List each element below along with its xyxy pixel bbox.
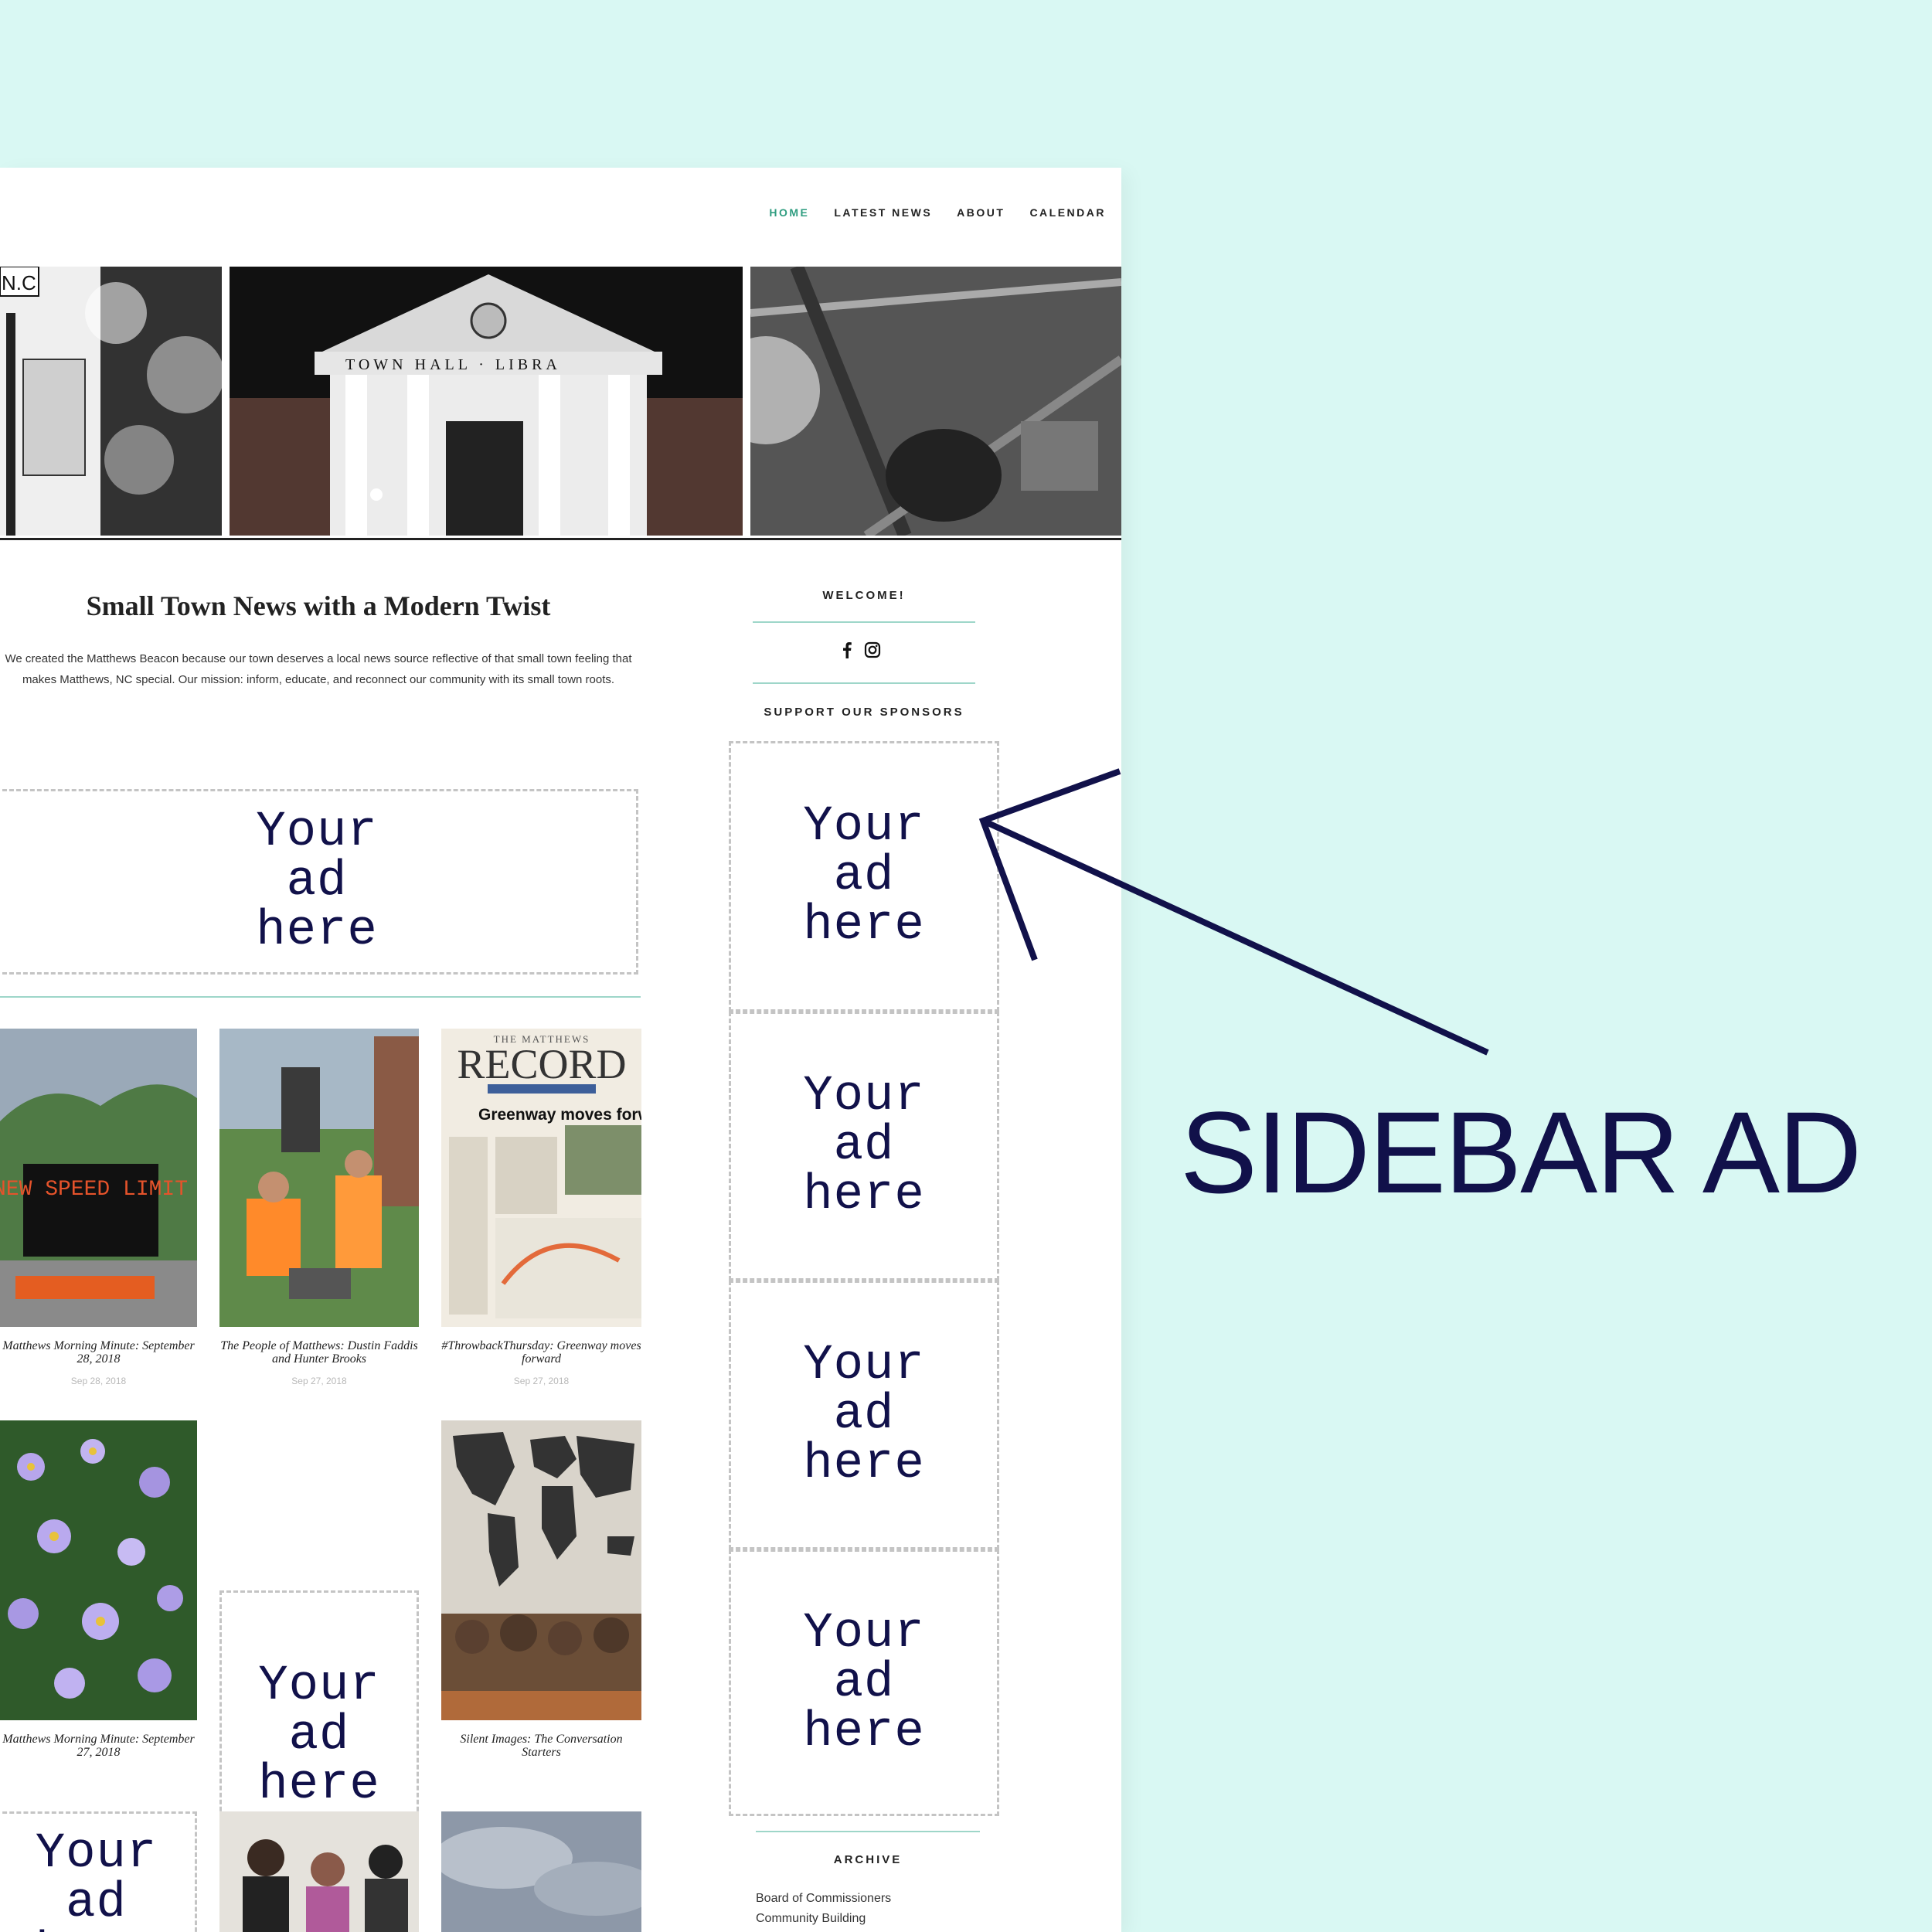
callout-arrow [978,768,1489,1056]
sidebar-ad-callout-label: SIDEBAR AD [1180,1087,1862,1217]
